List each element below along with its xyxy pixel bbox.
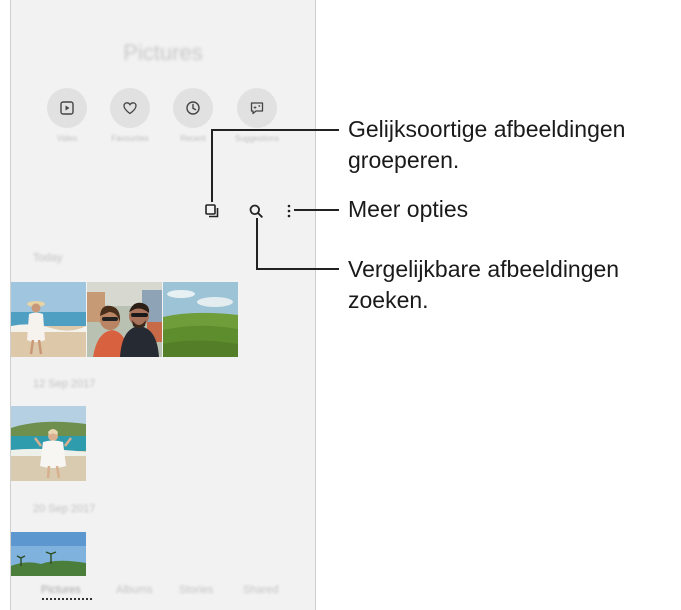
suggestions-shortcut[interactable]: Suggestions [227, 88, 287, 143]
more-options-button[interactable] [278, 200, 300, 222]
phone-screen: Pictures Video Favourites Recent Suggest… [10, 0, 316, 610]
callout-more-options: Meer opties [348, 196, 469, 222]
search-icon [249, 204, 263, 218]
photo-thumbnail[interactable] [11, 406, 86, 481]
tab-pictures[interactable]: Pictures [41, 584, 81, 596]
callout-search-similar: Vergelijkbare afbeeldingen zoeken. [348, 254, 619, 316]
callout-line-1: Vergelijkbare afbeeldingen [348, 256, 620, 282]
callout-line-group-horizontal [211, 129, 339, 131]
group-similar-icon [205, 204, 219, 218]
heart-icon [123, 102, 137, 115]
callout-line-1: Gelijksoortige afbeeldingen [348, 116, 626, 142]
callout-group-similar: Gelijksoortige afbeeldingen groeperen. [348, 114, 625, 176]
section-date: 20 Sep 2017 [33, 503, 96, 515]
callout-line-more [294, 209, 339, 211]
tab-shared[interactable]: Shared [243, 584, 278, 596]
shortcut-label: Suggestions [234, 134, 280, 143]
shortcut-label: Recent [180, 134, 206, 143]
section-date: 12 Sep 2017 [33, 378, 96, 390]
favourites-shortcut[interactable]: Favourites [100, 88, 160, 143]
more-options-icon [287, 204, 291, 218]
suggestion-icon [250, 102, 264, 115]
page-title: Pictures [123, 40, 203, 65]
callout-line-2: zoeken. [348, 287, 429, 313]
recent-shortcut[interactable]: Recent [163, 88, 223, 143]
shortcut-label: Video [56, 134, 78, 143]
callout-line-2: groeperen. [348, 147, 460, 173]
tab-albums[interactable]: Albums [116, 584, 153, 596]
video-icon [60, 101, 74, 115]
photo-thumbnail[interactable] [11, 282, 86, 357]
callout-line-search-horizontal [256, 268, 339, 270]
active-tab-indicator [42, 598, 92, 600]
photo-thumbnail[interactable] [11, 532, 86, 576]
photo-thumbnail[interactable] [163, 282, 238, 357]
callout-line-group-vertical [211, 129, 213, 202]
callout-line-search-vertical [256, 218, 258, 270]
tab-stories[interactable]: Stories [179, 584, 213, 596]
bottom-nav: Pictures Albums Stories Shared [11, 578, 315, 608]
shortcut-label: Favourites [111, 134, 149, 143]
video-shortcut[interactable]: Video [37, 88, 97, 143]
clock-icon [186, 101, 200, 115]
photo-thumbnail[interactable] [87, 282, 162, 357]
section-date: Today [33, 252, 63, 264]
group-similar-button[interactable] [201, 200, 223, 222]
